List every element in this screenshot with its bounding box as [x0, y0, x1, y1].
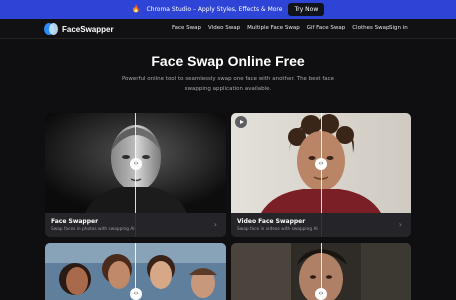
- card-title: Face Swapper: [51, 218, 99, 225]
- card-description: Swap faces in photos with swapping AI: [51, 227, 135, 232]
- nav-link-multiple-face-swap[interactable]: Multiple Face Swap: [247, 25, 300, 31]
- compare-arrows-icon[interactable]: ‹›: [315, 288, 327, 300]
- nav-link-video-swap[interactable]: Video Swap: [208, 25, 240, 31]
- logo-text: FaceSwapper: [62, 24, 114, 34]
- chevron-right-icon: ›: [213, 220, 217, 229]
- chevron-right-icon: ›: [398, 220, 402, 229]
- logo[interactable]: FaceSwapper: [44, 22, 114, 36]
- card-description: Swap face in videos with swapping AI: [237, 227, 318, 232]
- page-title: Face Swap Online Free: [151, 53, 305, 69]
- gif-face-swap-card[interactable]: ‹›: [231, 243, 411, 300]
- compare-arrows-icon[interactable]: ‹›: [315, 158, 327, 170]
- play-icon[interactable]: [235, 116, 247, 128]
- page-subtitle: Powerful online tool to seamlessly swap …: [121, 76, 335, 92]
- nav-link-gif-face-swap[interactable]: Gif Face Swap: [307, 25, 346, 31]
- video-face-swapper-card[interactable]: ‹› Video Face Swapper Swap face in video…: [231, 113, 411, 237]
- multiple-face-swap-card[interactable]: ‹›: [45, 243, 226, 300]
- promo-text: Chroma Studio – Apply Styles, Effects & …: [146, 6, 283, 13]
- face-swapper-card[interactable]: ‹› Face Swapper Swap faces in photos wit…: [45, 113, 226, 237]
- card-title: Video Face Swapper: [237, 218, 306, 225]
- fire-icon: 🔥: [131, 5, 141, 13]
- nav-link-clothes-swap[interactable]: Clothes Swap: [352, 25, 389, 31]
- compare-arrows-icon[interactable]: ‹›: [130, 288, 142, 300]
- promo-banner: 🔥 Chroma Studio – Apply Styles, Effects …: [0, 0, 456, 19]
- navbar: FaceSwapper Face Swap Video Swap Multipl…: [0, 19, 456, 39]
- try-now-button[interactable]: Try Now: [288, 3, 325, 16]
- nav-link-face-swap[interactable]: Face Swap: [172, 25, 201, 31]
- nav-links: Face Swap Video Swap Multiple Face Swap …: [172, 25, 389, 31]
- logo-icon: [44, 22, 58, 36]
- compare-arrows-icon[interactable]: ‹›: [130, 158, 142, 170]
- card-footer: Face Swapper Swap faces in photos with s…: [45, 213, 226, 237]
- sign-in-link[interactable]: Sign in: [389, 25, 408, 31]
- card-footer: Video Face Swapper Swap face in videos w…: [231, 213, 411, 237]
